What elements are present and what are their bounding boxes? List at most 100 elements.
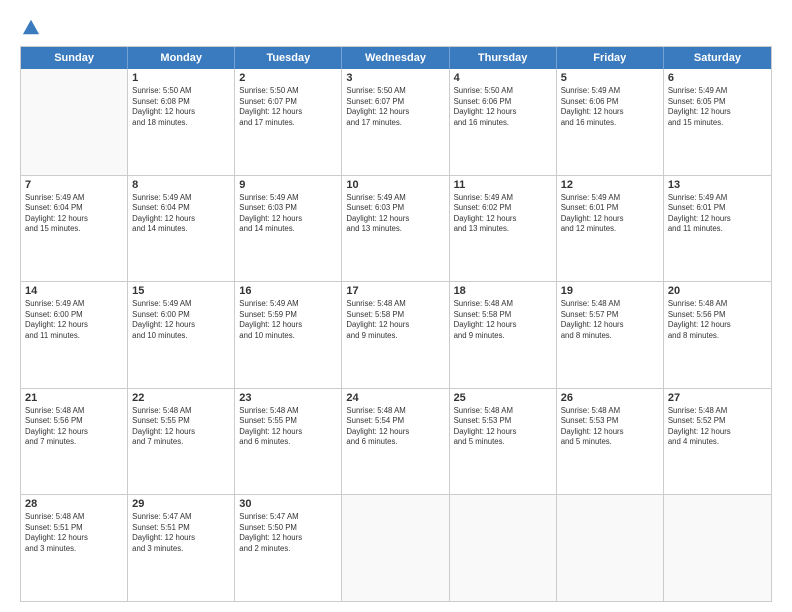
calendar-cell: 13 Sunrise: 5:49 AM Sunset: 6:01 PM Dayli… <box>664 176 771 282</box>
calendar-cell: 30 Sunrise: 5:47 AM Sunset: 5:50 PM Dayli… <box>235 495 342 601</box>
calendar-page: Sunday Monday Tuesday Wednesday Thursday… <box>0 0 792 612</box>
calendar-cell: 29 Sunrise: 5:47 AM Sunset: 5:51 PM Dayli… <box>128 495 235 601</box>
calendar-cell: 19 Sunrise: 5:48 AM Sunset: 5:57 PM Dayli… <box>557 282 664 388</box>
day-number: 10 <box>346 179 444 191</box>
day-info: Sunrise: 5:49 AM Sunset: 6:01 PM Dayligh… <box>668 193 767 235</box>
day-number: 19 <box>561 285 659 297</box>
day-info: Sunrise: 5:48 AM Sunset: 5:52 PM Dayligh… <box>668 406 767 448</box>
day-info: Sunrise: 5:48 AM Sunset: 5:57 PM Dayligh… <box>561 299 659 341</box>
day-number: 17 <box>346 285 444 297</box>
calendar-cell: 21 Sunrise: 5:48 AM Sunset: 5:56 PM Dayli… <box>21 389 128 495</box>
day-number: 22 <box>132 392 230 404</box>
calendar-body: 1 Sunrise: 5:50 AM Sunset: 6:08 PM Daylig… <box>21 69 771 601</box>
header-wednesday: Wednesday <box>342 47 449 69</box>
calendar-cell: 11 Sunrise: 5:49 AM Sunset: 6:02 PM Dayli… <box>450 176 557 282</box>
day-info: Sunrise: 5:49 AM Sunset: 6:03 PM Dayligh… <box>239 193 337 235</box>
calendar-week-1: 1 Sunrise: 5:50 AM Sunset: 6:08 PM Daylig… <box>21 69 771 176</box>
calendar-cell <box>342 495 449 601</box>
calendar-cell: 18 Sunrise: 5:48 AM Sunset: 5:58 PM Dayli… <box>450 282 557 388</box>
header-monday: Monday <box>128 47 235 69</box>
day-number: 16 <box>239 285 337 297</box>
day-number: 8 <box>132 179 230 191</box>
day-number: 11 <box>454 179 552 191</box>
day-info: Sunrise: 5:48 AM Sunset: 5:58 PM Dayligh… <box>454 299 552 341</box>
day-number: 5 <box>561 72 659 84</box>
day-number: 12 <box>561 179 659 191</box>
day-info: Sunrise: 5:48 AM Sunset: 5:53 PM Dayligh… <box>454 406 552 448</box>
day-info: Sunrise: 5:48 AM Sunset: 5:55 PM Dayligh… <box>132 406 230 448</box>
day-number: 29 <box>132 498 230 510</box>
calendar-cell <box>450 495 557 601</box>
header-thursday: Thursday <box>450 47 557 69</box>
day-number: 1 <box>132 72 230 84</box>
day-number: 6 <box>668 72 767 84</box>
day-info: Sunrise: 5:49 AM Sunset: 5:59 PM Dayligh… <box>239 299 337 341</box>
calendar: Sunday Monday Tuesday Wednesday Thursday… <box>20 46 772 602</box>
calendar-cell: 7Sunrise: 5:49 AM Sunset: 6:04 PM Daylig… <box>21 176 128 282</box>
day-number: 14 <box>25 285 123 297</box>
day-info: Sunrise: 5:49 AM Sunset: 6:03 PM Dayligh… <box>346 193 444 235</box>
day-info: Sunrise: 5:49 AM Sunset: 6:02 PM Dayligh… <box>454 193 552 235</box>
calendar-cell: 6 Sunrise: 5:49 AM Sunset: 6:05 PM Daylig… <box>664 69 771 175</box>
calendar-cell: 20 Sunrise: 5:48 AM Sunset: 5:56 PM Dayli… <box>664 282 771 388</box>
calendar-cell: 9 Sunrise: 5:49 AM Sunset: 6:03 PM Daylig… <box>235 176 342 282</box>
day-number: 4 <box>454 72 552 84</box>
day-info: Sunrise: 5:49 AM Sunset: 6:06 PM Dayligh… <box>561 86 659 128</box>
day-info: Sunrise: 5:50 AM Sunset: 6:07 PM Dayligh… <box>239 86 337 128</box>
day-info: Sunrise: 5:49 AM Sunset: 6:00 PM Dayligh… <box>25 299 123 341</box>
calendar-cell <box>557 495 664 601</box>
day-info: Sunrise: 5:48 AM Sunset: 5:53 PM Dayligh… <box>561 406 659 448</box>
day-info: Sunrise: 5:49 AM Sunset: 6:04 PM Dayligh… <box>132 193 230 235</box>
day-info: Sunrise: 5:48 AM Sunset: 5:56 PM Dayligh… <box>25 406 123 448</box>
day-number: 21 <box>25 392 123 404</box>
day-number: 13 <box>668 179 767 191</box>
calendar-cell: 28Sunrise: 5:48 AM Sunset: 5:51 PM Dayli… <box>21 495 128 601</box>
day-info: Sunrise: 5:48 AM Sunset: 5:55 PM Dayligh… <box>239 406 337 448</box>
calendar-cell: 24 Sunrise: 5:48 AM Sunset: 5:54 PM Dayli… <box>342 389 449 495</box>
day-info: Sunrise: 5:48 AM Sunset: 5:56 PM Dayligh… <box>668 299 767 341</box>
day-number: 26 <box>561 392 659 404</box>
day-info: Sunrise: 5:48 AM Sunset: 5:54 PM Dayligh… <box>346 406 444 448</box>
day-info: Sunrise: 5:50 AM Sunset: 6:07 PM Dayligh… <box>346 86 444 128</box>
calendar-cell: 27 Sunrise: 5:48 AM Sunset: 5:52 PM Dayli… <box>664 389 771 495</box>
calendar-cell: 14 Sunrise: 5:49 AM Sunset: 6:00 PM Dayli… <box>21 282 128 388</box>
day-number: 25 <box>454 392 552 404</box>
day-info: Sunrise: 5:50 AM Sunset: 6:08 PM Dayligh… <box>132 86 230 128</box>
day-info: Sunrise: 5:47 AM Sunset: 5:51 PM Dayligh… <box>132 512 230 554</box>
calendar-cell: 17 Sunrise: 5:48 AM Sunset: 5:58 PM Dayli… <box>342 282 449 388</box>
day-info: Sunrise: 5:50 AM Sunset: 6:06 PM Dayligh… <box>454 86 552 128</box>
calendar-cell: 25 Sunrise: 5:48 AM Sunset: 5:53 PM Dayli… <box>450 389 557 495</box>
day-number: 20 <box>668 285 767 297</box>
page-header <box>20 18 772 36</box>
calendar-cell: 12Sunrise: 5:49 AM Sunset: 6:01 PM Dayli… <box>557 176 664 282</box>
day-info: Sunrise: 5:48 AM Sunset: 5:58 PM Dayligh… <box>346 299 444 341</box>
calendar-cell: 8 Sunrise: 5:49 AM Sunset: 6:04 PM Daylig… <box>128 176 235 282</box>
calendar-cell: 2 Sunrise: 5:50 AM Sunset: 6:07 PM Daylig… <box>235 69 342 175</box>
calendar-cell: 10 Sunrise: 5:49 AM Sunset: 6:03 PM Dayli… <box>342 176 449 282</box>
day-info: Sunrise: 5:49 AM Sunset: 6:05 PM Dayligh… <box>668 86 767 128</box>
day-number: 27 <box>668 392 767 404</box>
calendar-cell: 3 Sunrise: 5:50 AM Sunset: 6:07 PM Daylig… <box>342 69 449 175</box>
day-number: 24 <box>346 392 444 404</box>
day-info: Sunrise: 5:47 AM Sunset: 5:50 PM Dayligh… <box>239 512 337 554</box>
day-number: 23 <box>239 392 337 404</box>
day-number: 9 <box>239 179 337 191</box>
day-number: 30 <box>239 498 337 510</box>
calendar-cell: 4 Sunrise: 5:50 AM Sunset: 6:06 PM Daylig… <box>450 69 557 175</box>
calendar-week-5: 28Sunrise: 5:48 AM Sunset: 5:51 PM Dayli… <box>21 495 771 601</box>
header-sunday: Sunday <box>21 47 128 69</box>
header-tuesday: Tuesday <box>235 47 342 69</box>
logo <box>20 18 40 36</box>
day-info: Sunrise: 5:49 AM Sunset: 6:04 PM Dayligh… <box>25 193 123 235</box>
calendar-cell: 16 Sunrise: 5:49 AM Sunset: 5:59 PM Dayli… <box>235 282 342 388</box>
calendar-cell: 15 Sunrise: 5:49 AM Sunset: 6:00 PM Dayli… <box>128 282 235 388</box>
calendar-week-2: 7Sunrise: 5:49 AM Sunset: 6:04 PM Daylig… <box>21 176 771 283</box>
day-info: Sunrise: 5:49 AM Sunset: 6:00 PM Dayligh… <box>132 299 230 341</box>
calendar-cell <box>664 495 771 601</box>
calendar-cell <box>21 69 128 175</box>
day-number: 3 <box>346 72 444 84</box>
day-number: 18 <box>454 285 552 297</box>
day-number: 15 <box>132 285 230 297</box>
logo-icon <box>22 18 40 36</box>
day-number: 2 <box>239 72 337 84</box>
